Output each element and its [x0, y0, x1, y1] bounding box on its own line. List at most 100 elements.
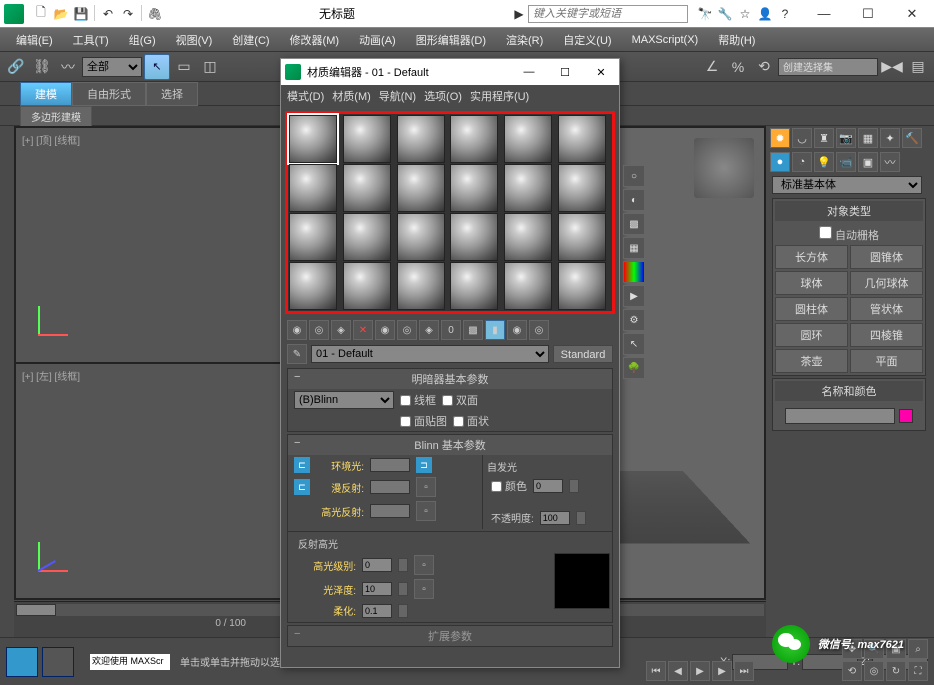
me-close-button[interactable]: ✕	[587, 66, 615, 79]
subtab-polymodel[interactable]: 多边形建模	[20, 106, 92, 127]
spinner-buttons[interactable]	[398, 604, 408, 618]
help-search-input[interactable]	[528, 5, 688, 23]
select-by-mat-icon[interactable]: ↖	[623, 333, 645, 355]
shader-type-dropdown[interactable]: (B)Blinn	[294, 391, 394, 409]
viewport-label[interactable]: [+] [左] [线框]	[22, 368, 80, 383]
put-to-scene-icon[interactable]: ◎	[309, 320, 329, 340]
sample-slot[interactable]	[343, 262, 391, 310]
lights-icon[interactable]: 💡	[814, 152, 834, 172]
menu-grapheditor[interactable]: 图形编辑器(D)	[408, 30, 494, 50]
select-name-icon[interactable]: ▭	[172, 55, 196, 79]
sample-slot[interactable]	[450, 115, 498, 163]
spinner-buttons[interactable]	[576, 511, 586, 525]
sample-type-icon[interactable]: ○	[623, 165, 645, 187]
maximize-viewport-icon[interactable]: ⛶	[908, 661, 928, 681]
user-icon[interactable]: 👤	[756, 5, 774, 23]
prim-box-button[interactable]: 长方体	[775, 245, 848, 269]
diffuse-lock-icon[interactable]: ⊏	[294, 479, 310, 495]
selfillum-color-checkbox[interactable]: 颜色	[491, 478, 527, 494]
mat-id-icon[interactable]: 0	[441, 320, 461, 340]
maxscript-listener[interactable]: 欢迎使用 MAXScr	[90, 654, 170, 670]
menu-maxscript[interactable]: MAXScript(X)	[624, 32, 707, 48]
spinner-buttons[interactable]	[569, 479, 579, 493]
named-selection-set[interactable]	[778, 58, 878, 76]
reset-map-icon[interactable]: ✕	[353, 320, 373, 340]
ambient-lock-icon[interactable]: ⊏	[294, 457, 310, 473]
sample-slot[interactable]	[558, 164, 606, 212]
tab-freeform[interactable]: 自由形式	[72, 82, 146, 106]
menu-view[interactable]: 视图(V)	[168, 30, 221, 50]
ambient-color-swatch[interactable]	[370, 458, 410, 472]
geometry-type-dropdown[interactable]: 标准基本体	[772, 176, 922, 194]
systems-icon[interactable]: ✦	[880, 128, 900, 148]
sample-uv-icon[interactable]: ▦	[623, 237, 645, 259]
me-menu-util[interactable]: 实用程序(U)	[470, 88, 529, 104]
glossiness-spinner[interactable]	[362, 582, 392, 596]
fov-icon[interactable]: ⌕	[908, 639, 928, 659]
prev-frame-icon[interactable]: ◀	[668, 661, 688, 681]
panel-title[interactable]: Blinn 基本参数	[288, 435, 612, 455]
sample-slot[interactable]	[558, 262, 606, 310]
put-to-lib-icon[interactable]: ◈	[419, 320, 439, 340]
sample-slot[interactable]	[343, 164, 391, 212]
color-lock-icon[interactable]: ⊐	[416, 457, 432, 473]
new-icon[interactable]: 🗋	[32, 5, 50, 23]
video-color-icon[interactable]	[623, 261, 645, 283]
sample-slot[interactable]	[289, 115, 337, 163]
time-slider[interactable]	[16, 604, 56, 616]
make-preview-icon[interactable]: ▶	[623, 285, 645, 307]
menu-tools[interactable]: 工具(T)	[65, 30, 117, 50]
sample-slot[interactable]	[558, 213, 606, 261]
assign-to-sel-icon[interactable]: ◈	[331, 320, 351, 340]
link-tool-icon[interactable]: 🔗	[4, 55, 28, 79]
menu-group[interactable]: 组(G)	[121, 30, 164, 50]
sample-slot[interactable]	[397, 164, 445, 212]
options-icon[interactable]: ⚙	[623, 309, 645, 331]
viewcube-icon[interactable]	[694, 138, 754, 198]
undo-icon[interactable]: ↶	[99, 5, 117, 23]
autogrid-checkbox[interactable]: 自动栅格	[775, 224, 923, 245]
goto-end-icon[interactable]: ⏭	[734, 661, 754, 681]
orbit-icon[interactable]: ⟲	[842, 661, 862, 681]
prim-geosphere-button[interactable]: 几何球体	[850, 271, 923, 295]
sample-slot[interactable]	[397, 213, 445, 261]
arc-icon[interactable]: ◡	[792, 128, 812, 148]
tab-modeling[interactable]: 建模	[20, 82, 72, 106]
menu-edit[interactable]: 编辑(E)	[8, 30, 61, 50]
specular-color-swatch[interactable]	[370, 504, 410, 518]
link-icon[interactable]: 🖇	[146, 5, 164, 23]
material-name-dropdown[interactable]: 01 - Default	[311, 345, 549, 363]
menu-animation[interactable]: 动画(A)	[351, 30, 404, 50]
prim-teapot-button[interactable]: 茶壶	[775, 349, 848, 373]
binoculars-icon[interactable]: 🔭	[696, 5, 714, 23]
spec-level-map-button[interactable]: ▫	[414, 555, 434, 575]
unlink-tool-icon[interactable]: ⛓	[30, 55, 54, 79]
sample-slot[interactable]	[504, 262, 552, 310]
get-material-icon[interactable]: ◉	[287, 320, 307, 340]
open-icon[interactable]: 📂	[52, 5, 70, 23]
viewport-label[interactable]: [+] [顶] [线框]	[22, 132, 80, 147]
select-rect-icon[interactable]: ◫	[198, 55, 222, 79]
me-menu-mode[interactable]: 模式(D)	[287, 88, 324, 104]
dolly-icon[interactable]: ◎	[864, 661, 884, 681]
wrench-icon[interactable]: 🔧	[716, 5, 734, 23]
me-maximize-button[interactable]: ☐	[551, 66, 579, 79]
make-unique-icon[interactable]: ◎	[397, 320, 417, 340]
roll-icon[interactable]: ↻	[886, 661, 906, 681]
sample-slot[interactable]	[504, 164, 552, 212]
sample-slot[interactable]	[558, 115, 606, 163]
opacity-spinner[interactable]	[540, 511, 570, 525]
prim-sphere-button[interactable]: 球体	[775, 271, 848, 295]
matmap-nav-icon[interactable]: 🌳	[623, 357, 645, 379]
wire-checkbox[interactable]: 线框	[400, 392, 436, 408]
prim-tube-button[interactable]: 管状体	[850, 297, 923, 321]
menu-modifiers[interactable]: 修改器(M)	[282, 30, 348, 50]
helper-icon[interactable]: ▦	[858, 128, 878, 148]
viewport-layout-icon[interactable]	[6, 647, 38, 677]
faceted-checkbox[interactable]: 面状	[453, 413, 489, 429]
facemap-checkbox[interactable]: 面贴图	[400, 413, 447, 429]
hammer-icon[interactable]: 🔨	[902, 128, 922, 148]
redo-icon[interactable]: ↷	[119, 5, 137, 23]
sample-slot[interactable]	[343, 213, 391, 261]
me-minimize-button[interactable]: —	[515, 66, 543, 79]
